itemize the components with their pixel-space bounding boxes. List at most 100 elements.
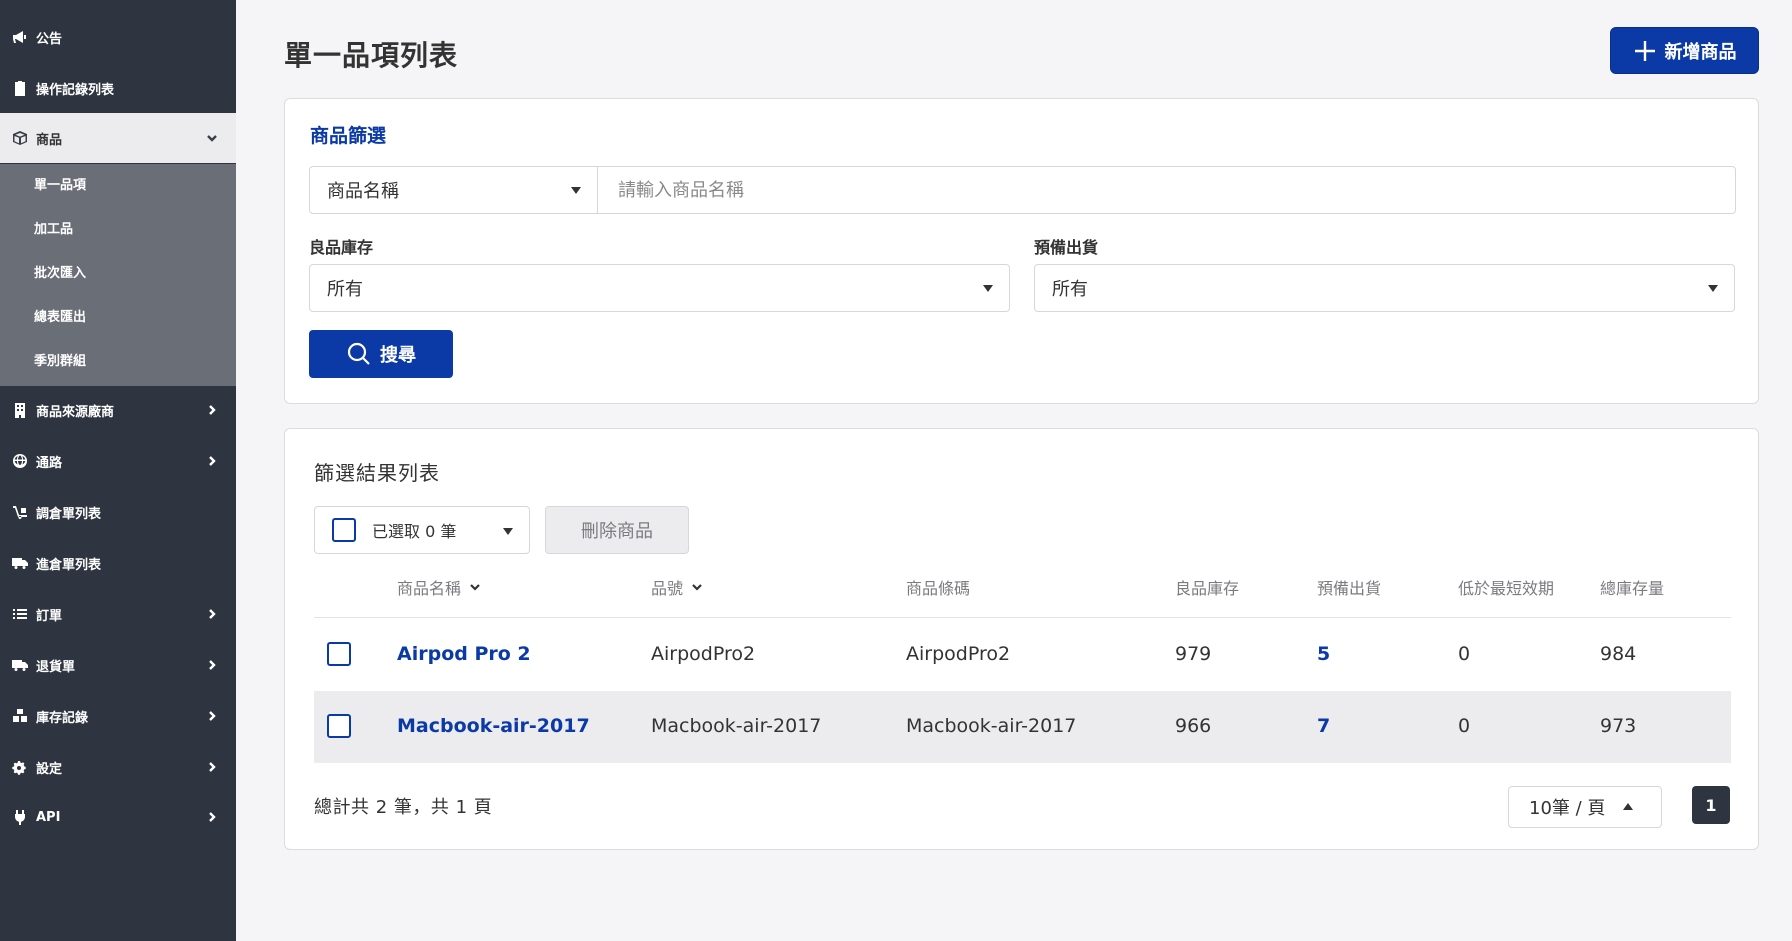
ship-select-value: 所有 bbox=[1052, 279, 1088, 300]
globe-icon bbox=[10, 451, 30, 471]
stock-select-value: 所有 bbox=[327, 279, 363, 300]
total-cell: 973 bbox=[1600, 715, 1637, 737]
filter-field-value: 商品名稱 bbox=[327, 181, 399, 202]
clipboard-icon bbox=[10, 78, 30, 98]
dolly-icon bbox=[10, 502, 30, 522]
plug-icon bbox=[10, 807, 30, 827]
results-panel: 篩選結果列表 已選取 0 筆 刪除商品 商品名稱 品號 商品條碼 良品庫存 預備… bbox=[284, 428, 1759, 850]
caret-down-icon bbox=[503, 528, 513, 535]
boxes-icon bbox=[10, 706, 30, 726]
product-name-link[interactable]: Macbook-air-2017 bbox=[397, 715, 590, 737]
add-product-button[interactable]: 新增商品 bbox=[1610, 27, 1759, 74]
barcode-cell: Macbook-air-2017 bbox=[906, 715, 1077, 737]
column-header-name[interactable]: 商品名稱 bbox=[397, 575, 481, 599]
submenu-item-processed[interactable]: 加工品 bbox=[34, 218, 73, 237]
building-icon bbox=[10, 400, 30, 420]
table-row: Macbook-air-2017 Macbook-air-2017 Macboo… bbox=[314, 691, 1731, 763]
caret-down-icon bbox=[983, 285, 993, 292]
search-button[interactable]: 搜尋 bbox=[309, 330, 453, 378]
submenu-item-single[interactable]: 單一品項 bbox=[34, 174, 86, 193]
sidebar-item-channels[interactable]: 通路 bbox=[0, 436, 236, 486]
page-size-select[interactable]: 10筆 / 頁 bbox=[1508, 786, 1662, 828]
chevron-right-icon bbox=[206, 402, 218, 418]
sidebar-item-label: API bbox=[36, 809, 61, 825]
search-button-label: 搜尋 bbox=[380, 345, 416, 366]
chevron-right-icon bbox=[206, 809, 218, 825]
sidebar-item-suppliers[interactable]: 商品來源廠商 bbox=[0, 385, 236, 435]
chevron-right-icon bbox=[206, 453, 218, 469]
page-title: 單一品項列表 bbox=[284, 39, 459, 72]
sidebar-item-label: 進倉單列表 bbox=[36, 557, 102, 573]
sidebar-item-inventory-log[interactable]: 庫存記錄 bbox=[0, 691, 236, 741]
sidebar: 公告 操作記錄列表 商品 單一品項 加工品 批次匯入 總表匯出 季別群組 商品來… bbox=[0, 0, 236, 941]
stock-select[interactable]: 所有 bbox=[309, 264, 1010, 312]
sidebar-item-label: 庫存記錄 bbox=[36, 710, 89, 726]
delete-products-button[interactable]: 刪除商品 bbox=[545, 506, 689, 554]
column-header-ship: 預備出貨 bbox=[1317, 579, 1382, 598]
table-header-divider bbox=[314, 617, 1731, 618]
filter-panel: 商品篩選 商品名稱 良品庫存 預備出貨 所有 所有 搜尋 bbox=[284, 98, 1759, 404]
products-submenu: 單一品項 加工品 批次匯入 總表匯出 季別群組 bbox=[0, 164, 236, 386]
ship-label: 預備出貨 bbox=[1034, 238, 1099, 257]
sidebar-item-operation-log[interactable]: 操作記錄列表 bbox=[0, 63, 236, 113]
page-button-current[interactable]: 1 bbox=[1692, 786, 1730, 824]
ship-link[interactable]: 7 bbox=[1317, 715, 1330, 737]
column-header-total: 總庫存量 bbox=[1600, 579, 1665, 598]
sidebar-item-label: 調倉單列表 bbox=[36, 506, 102, 522]
results-title: 篩選結果列表 bbox=[314, 461, 440, 485]
results-summary: 總計共 2 筆，共 1 頁 bbox=[314, 797, 493, 818]
sidebar-item-label: 退貨單 bbox=[36, 659, 76, 675]
chevron-right-icon bbox=[206, 606, 218, 622]
list-icon bbox=[10, 604, 30, 624]
column-header-barcode: 商品條碼 bbox=[906, 579, 971, 598]
product-name-link[interactable]: Airpod Pro 2 bbox=[397, 643, 531, 665]
sidebar-item-label: 商品 bbox=[36, 132, 63, 148]
sidebar-item-label: 操作記錄列表 bbox=[36, 82, 115, 98]
plus-icon bbox=[1634, 40, 1655, 61]
sidebar-item-api[interactable]: API bbox=[0, 792, 236, 842]
sidebar-item-transfer-orders[interactable]: 調倉單列表 bbox=[0, 487, 236, 537]
truck-icon bbox=[10, 655, 30, 675]
bulk-select-dropdown[interactable]: 已選取 0 筆 bbox=[314, 506, 530, 554]
sort-chevron-icon bbox=[470, 584, 480, 591]
sort-chevron-icon bbox=[692, 584, 702, 591]
add-product-label: 新增商品 bbox=[1664, 41, 1737, 63]
submenu-item-export[interactable]: 總表匯出 bbox=[34, 306, 86, 325]
ship-link[interactable]: 5 bbox=[1317, 643, 1330, 665]
selected-count: 已選取 0 筆 bbox=[372, 522, 457, 541]
below-expiry-cell: 0 bbox=[1458, 715, 1471, 737]
ship-select[interactable]: 所有 bbox=[1034, 264, 1735, 312]
sidebar-item-label: 設定 bbox=[36, 761, 63, 777]
search-icon bbox=[347, 342, 370, 365]
stock-label: 良品庫存 bbox=[309, 238, 374, 257]
column-header-below-expiry: 低於最短效期 bbox=[1458, 579, 1555, 598]
truck-icon bbox=[10, 553, 30, 573]
row-checkbox[interactable] bbox=[327, 714, 351, 738]
column-header-sku[interactable]: 品號 bbox=[651, 575, 703, 599]
sku-cell: AirpodPro2 bbox=[651, 643, 756, 665]
chevron-down-icon bbox=[206, 130, 218, 146]
sidebar-item-orders[interactable]: 訂單 bbox=[0, 589, 236, 639]
submenu-item-season-group[interactable]: 季別群組 bbox=[34, 350, 86, 369]
chevron-right-icon bbox=[206, 708, 218, 724]
sidebar-item-returns[interactable]: 退貨單 bbox=[0, 640, 236, 690]
sidebar-item-inbound-orders[interactable]: 進倉單列表 bbox=[0, 538, 236, 588]
filter-field-select[interactable]: 商品名稱 bbox=[309, 166, 598, 214]
sidebar-item-settings[interactable]: 設定 bbox=[0, 742, 236, 792]
submenu-item-batch-import[interactable]: 批次匯入 bbox=[34, 262, 86, 281]
caret-down-icon bbox=[1708, 285, 1718, 292]
product-name-input[interactable] bbox=[597, 166, 1736, 214]
megaphone-icon bbox=[10, 27, 30, 47]
stock-cell: 979 bbox=[1175, 643, 1212, 665]
sku-cell: Macbook-air-2017 bbox=[651, 715, 822, 737]
stock-cell: 966 bbox=[1175, 715, 1212, 737]
sidebar-item-announcement[interactable]: 公告 bbox=[0, 12, 236, 62]
column-header-stock: 良品庫存 bbox=[1175, 579, 1240, 598]
barcode-cell: AirpodPro2 bbox=[906, 643, 1011, 665]
page-size-value: 10筆 / 頁 bbox=[1529, 798, 1606, 819]
filter-title: 商品篩選 bbox=[310, 125, 387, 147]
below-expiry-cell: 0 bbox=[1458, 643, 1471, 665]
sidebar-item-products[interactable]: 商品 bbox=[0, 113, 236, 163]
row-checkbox[interactable] bbox=[327, 642, 351, 666]
select-all-checkbox[interactable] bbox=[332, 518, 356, 542]
